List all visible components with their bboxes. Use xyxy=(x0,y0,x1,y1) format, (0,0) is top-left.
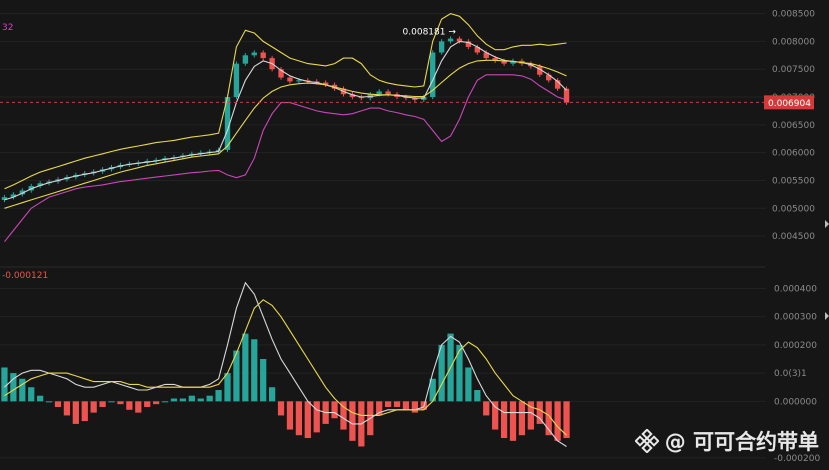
macd-histogram-bar xyxy=(45,401,53,403)
macd-histogram-bar xyxy=(304,401,311,439)
y-tick-label: 0.006500 xyxy=(772,121,815,131)
macd-histogram-bar xyxy=(295,401,303,436)
macd-histogram-bar xyxy=(465,367,472,402)
macd-histogram-bar xyxy=(1,367,8,402)
macd-histogram-bar xyxy=(28,387,35,402)
candle-body xyxy=(260,52,266,59)
macd-histogram-bar xyxy=(161,401,169,403)
macd-histogram-bar xyxy=(554,401,561,441)
macd-histogram-bar xyxy=(411,401,418,413)
chart-root: 0.008181 → 0.0085000.0080000.0075000.007… xyxy=(0,0,829,470)
macd-histogram-bar xyxy=(349,401,356,441)
candle-body xyxy=(242,55,249,64)
current-price-label: 0.006904 xyxy=(768,99,811,109)
macd-histogram-bar xyxy=(277,401,285,416)
macd-histogram-bar xyxy=(384,401,392,407)
y-tick-label: 0.004500 xyxy=(772,232,815,242)
macd-histogram-bar xyxy=(456,344,463,402)
candle-body xyxy=(563,88,570,103)
candle-body xyxy=(438,41,445,53)
macd-histogram-bar xyxy=(224,373,231,402)
macd-histogram-bar xyxy=(170,398,178,402)
candle-body xyxy=(385,91,391,95)
macd-histogram-bar xyxy=(509,401,517,441)
y-tick-label: 0.000400 xyxy=(774,284,817,294)
macd-histogram-bar xyxy=(126,401,133,410)
macd-histogram-bar xyxy=(376,401,383,416)
macd-histogram-bar xyxy=(483,401,490,416)
macd-histogram-bar xyxy=(402,401,410,410)
macd-histogram-bar xyxy=(518,401,526,436)
macd-histogram-bar xyxy=(63,401,71,416)
macd-histogram-bar xyxy=(286,401,294,430)
macd-histogram-bar xyxy=(474,390,481,402)
candle-body xyxy=(251,52,257,56)
watermark-text: @ 可可合约带单 xyxy=(664,430,819,454)
macd-histogram-bar xyxy=(492,401,499,430)
high-price-annotation: 0.008181 → xyxy=(403,27,457,37)
price-indicator-label: 32 xyxy=(2,23,13,33)
y-tick-label: 0.006000 xyxy=(772,149,815,159)
macd-histogram-bar xyxy=(54,401,62,407)
candle-body xyxy=(296,80,302,82)
macd-histogram-bar xyxy=(179,398,187,402)
macd-histogram-bar xyxy=(215,390,222,402)
macd-histogram-bar xyxy=(331,401,338,419)
macd-histogram-bar xyxy=(135,401,142,413)
candle-body xyxy=(376,91,382,95)
y-tick-label: 0.000200 xyxy=(774,341,817,351)
macd-histogram-bar xyxy=(19,378,26,402)
y-tick-label: 0.008500 xyxy=(772,10,815,20)
macd-histogram-bar xyxy=(313,401,320,433)
y-tick-label: 0.000000 xyxy=(774,397,817,407)
macd-histogram-bar xyxy=(108,401,115,403)
macd-histogram-bar xyxy=(188,395,195,402)
macd-histogram-bar xyxy=(37,395,44,402)
y-tick-label: 0.005500 xyxy=(772,176,815,186)
macd-indicator-label: -0.000121 xyxy=(2,271,48,281)
macd-histogram-bar xyxy=(117,401,124,405)
macd-histogram-bar xyxy=(153,401,160,405)
macd-histogram-bar xyxy=(268,387,276,402)
macd-histogram-bar xyxy=(206,395,213,402)
macd-histogram-bar xyxy=(197,398,204,402)
candle-body xyxy=(233,63,240,98)
macd-histogram-bar xyxy=(144,401,151,407)
macd-histogram-bar xyxy=(72,401,79,424)
y-tick-label: 0.000300 xyxy=(774,313,817,323)
macd-histogram-bar xyxy=(90,401,97,413)
candle-body xyxy=(287,77,293,82)
macd-histogram-bar xyxy=(99,401,106,407)
macd-histogram-bar xyxy=(242,333,249,402)
macd-histogram-bar xyxy=(260,359,267,402)
macd-histogram-bar xyxy=(500,401,508,439)
watermark: @ 可可合约带单 xyxy=(634,426,819,456)
y-tick-label: 0.007500 xyxy=(772,65,815,75)
y-tick-label: 0.0(3)1 xyxy=(774,369,807,379)
macd-histogram-bar xyxy=(393,401,401,407)
macd-histogram-bar xyxy=(81,401,88,422)
macd-histogram-bar xyxy=(251,339,258,402)
binance-logo-icon xyxy=(634,429,659,453)
y-tick-label: 0.008000 xyxy=(772,37,815,47)
candle-body xyxy=(447,38,454,42)
y-tick-label: 0.005000 xyxy=(772,204,815,214)
